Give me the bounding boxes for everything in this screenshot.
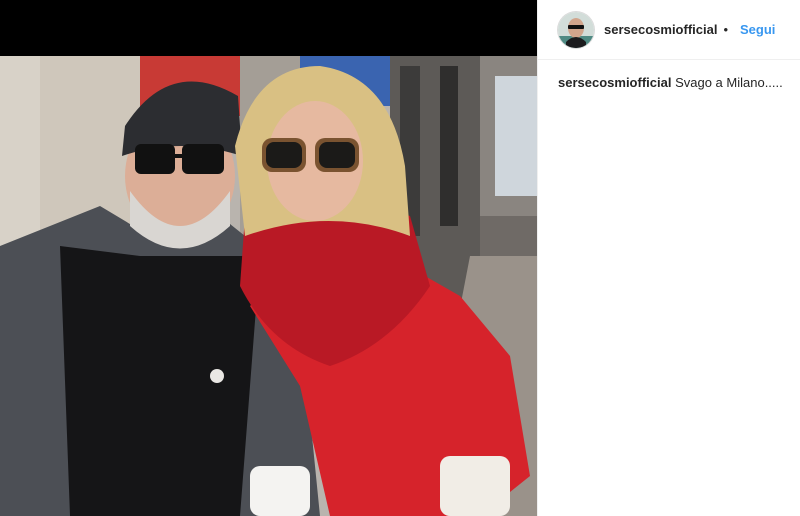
post-username[interactable]: sersecosmiofficial: [604, 22, 717, 37]
caption-username[interactable]: sersecosmiofficial: [558, 75, 671, 90]
post-caption: sersecosmiofficial Svago a Milano.....: [538, 60, 800, 92]
separator-dot: •: [723, 22, 729, 37]
caption-text: Svago a Milano.....: [675, 75, 783, 90]
avatar[interactable]: [558, 11, 594, 48]
follow-button[interactable]: Segui: [740, 22, 775, 37]
post-header: sersecosmiofficial • Segui: [538, 0, 800, 60]
post-media: [0, 0, 537, 516]
post-side-panel: sersecosmiofficial • Segui sersecosmioff…: [537, 0, 800, 516]
post-photo[interactable]: [0, 56, 537, 516]
